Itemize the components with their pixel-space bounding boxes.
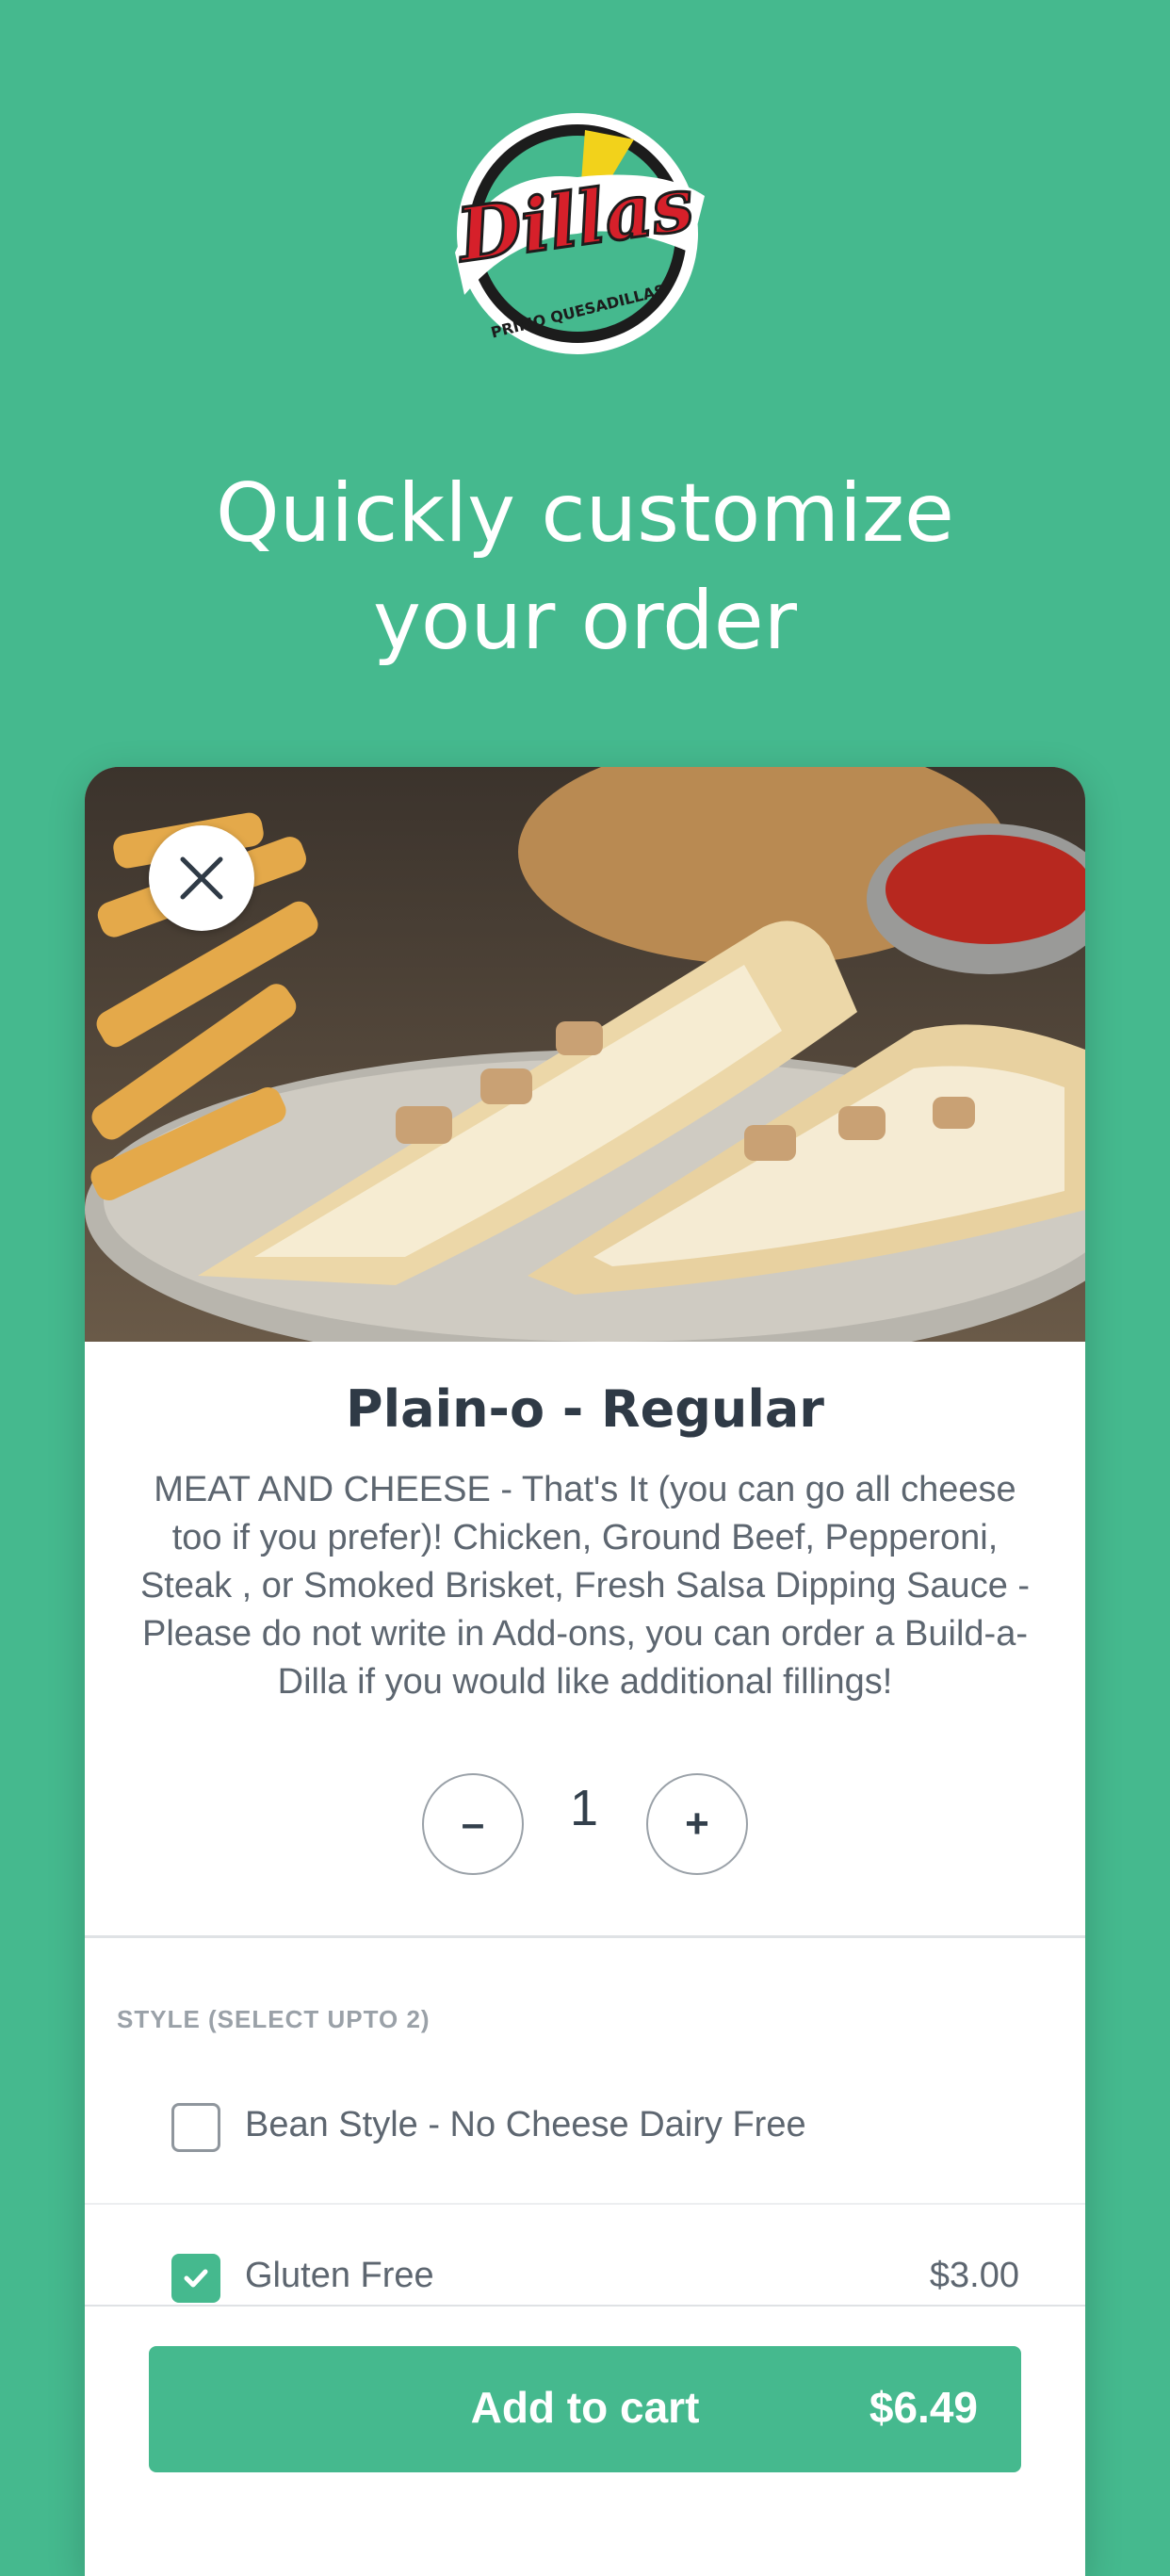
section-divider — [85, 1935, 1085, 1938]
add-to-cart-button[interactable]: Add to cart $6.49 — [149, 2346, 1021, 2472]
checkmark-icon — [184, 2269, 208, 2288]
headline-line-1: Quickly customize — [216, 466, 954, 561]
product-card: Plain-o - Regular MEAT AND CHEESE - That… — [85, 767, 1085, 2576]
item-description: MEAT AND CHEESE - That's It (you can go … — [139, 1470, 1031, 1702]
option-divider — [85, 2203, 1085, 2205]
quantity-stepper: – 1 + — [422, 1773, 748, 1875]
close-button[interactable] — [149, 825, 254, 931]
headline-line-2: your order — [372, 574, 798, 668]
headline: Quickly customize your order — [0, 460, 1170, 675]
decrease-quantity-button[interactable]: – — [422, 1773, 524, 1875]
bean-style-checkbox[interactable] — [171, 2103, 220, 2152]
option-price: $3.00 — [929, 2256, 1019, 2295]
increase-quantity-button[interactable]: + — [646, 1773, 748, 1875]
cart-total: $6.49 — [869, 2383, 978, 2432]
quantity-value: 1 — [569, 1780, 599, 1836]
item-title: Plain-o - Regular — [346, 1379, 824, 1439]
option-label: Bean Style - No Cheese Dairy Free — [245, 2105, 806, 2144]
option-label: Gluten Free — [245, 2256, 434, 2295]
close-icon — [180, 856, 223, 900]
dillas-logo: Dillas PRIMO QUESADILLAS — [436, 111, 719, 356]
style-section-label: STYLE (SELECT UPTO 2) — [117, 2005, 431, 2033]
gluten-free-checkbox[interactable] — [171, 2254, 220, 2303]
option-bean-style[interactable]: Bean Style - No Cheese Dairy Free — [85, 2082, 1085, 2177]
product-photo — [85, 767, 1085, 1342]
